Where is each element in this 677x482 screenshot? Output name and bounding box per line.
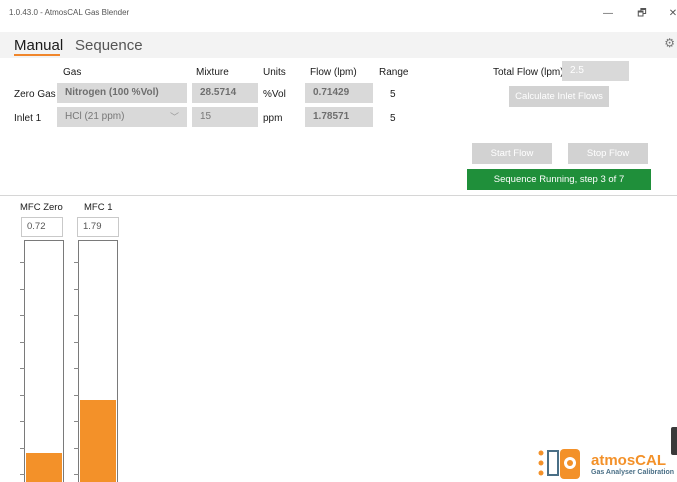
start-flow-button[interactable]: Start Flow xyxy=(472,143,552,164)
title-bar: 1.0.43.0 - AtmosCAL Gas Blender — 🗗 ✕ xyxy=(0,0,677,32)
gauge-tick xyxy=(74,421,79,422)
inlet-1-flow-field: 1.78571 xyxy=(305,107,373,127)
header-gas: Gas xyxy=(63,67,82,78)
mfc-zero-value: 0.72 xyxy=(21,217,63,237)
mfc-1-value: 1.79 xyxy=(77,217,119,237)
gauge-tick xyxy=(20,341,25,343)
mfc-zero-gauge xyxy=(24,240,64,482)
inlet-1-flow-value: 1.78571 xyxy=(313,111,350,122)
zero-gas-flow-value: 0.71429 xyxy=(313,87,350,98)
section-divider xyxy=(0,195,677,196)
tab-sequence[interactable]: Sequence xyxy=(75,37,143,54)
total-flow-label: Total Flow (lpm) xyxy=(493,67,564,78)
tab-manual[interactable]: Manual xyxy=(14,37,63,54)
header-range: Range xyxy=(379,67,409,78)
atmoscal-logo-icon xyxy=(538,449,580,479)
inlet-1-gas-select[interactable]: HCl (21 ppm) ﹀ xyxy=(57,107,187,127)
calculate-inlet-flows-button[interactable]: Calculate Inlet Flows xyxy=(509,86,609,107)
total-flow-input[interactable]: 2.5 xyxy=(562,61,629,81)
tab-bar: Manual Sequence xyxy=(0,32,677,58)
mfc-1-gauge xyxy=(78,240,118,482)
corner-handle[interactable] xyxy=(671,427,677,455)
mfc-1-label: MFC 1 xyxy=(84,202,113,213)
zero-gas-mixture-value: 28.5714 xyxy=(200,87,237,98)
gauge-tick xyxy=(74,262,79,263)
inlet-1-gas-value: HCl (21 ppm) xyxy=(65,111,125,122)
window-title: 1.0.43.0 - AtmosCAL Gas Blender xyxy=(9,8,130,17)
header-flow: Flow (lpm) xyxy=(310,67,357,78)
gauge-tick xyxy=(74,315,79,316)
status-banner: Sequence Running, step 3 of 7 xyxy=(467,169,651,190)
header-mixture: Mixture xyxy=(196,67,229,78)
row-label-zero-gas: Zero Gas xyxy=(14,89,56,100)
gear-icon[interactable]: ⚙ xyxy=(664,36,675,50)
minimize-button[interactable]: — xyxy=(598,6,618,22)
gauge-tick xyxy=(20,421,25,422)
active-tab-indicator xyxy=(14,54,60,56)
header-units: Units xyxy=(263,67,286,78)
gauge-tick xyxy=(20,262,25,263)
gauge-tick xyxy=(20,368,25,369)
zero-gas-units: %Vol xyxy=(263,89,286,100)
gauge-tick xyxy=(74,341,79,343)
close-button[interactable]: ✕ xyxy=(663,6,677,22)
mfc-1-gauge-fill xyxy=(80,400,116,482)
inlet-1-mixture-value: 15 xyxy=(200,111,212,122)
inlet-1-units: ppm xyxy=(263,113,283,124)
gauge-tick xyxy=(20,288,25,290)
zero-gas-mixture-field[interactable]: 28.5714 xyxy=(192,83,258,103)
row-label-inlet-1: Inlet 1 xyxy=(14,113,42,124)
zero-gas-select[interactable]: Nitrogen (100 %Vol) xyxy=(57,83,187,103)
stop-flow-button[interactable]: Stop Flow xyxy=(568,143,648,164)
app-window: 1.0.43.0 - AtmosCAL Gas Blender — 🗗 ✕ Ma… xyxy=(0,0,677,482)
mfc-zero-gauge-fill xyxy=(26,453,62,482)
gauge-tick xyxy=(20,447,25,449)
inlet-1-range: 5 xyxy=(390,113,396,124)
gauge-tick xyxy=(74,368,79,369)
total-flow-value: 2.5 xyxy=(570,65,584,76)
inlet-1-mixture-field[interactable]: 15 xyxy=(192,107,258,127)
gauge-tick xyxy=(20,394,25,396)
restore-button[interactable]: 🗗 xyxy=(632,6,652,22)
logo-wordmark: atmosCAL xyxy=(591,452,667,469)
gauge-tick xyxy=(20,474,25,475)
zero-gas-range: 5 xyxy=(390,89,396,100)
gauge-tick xyxy=(74,394,79,396)
mfc-zero-label: MFC Zero xyxy=(20,202,63,213)
gauge-tick xyxy=(74,288,79,290)
gauge-tick xyxy=(74,447,79,449)
gauge-tick xyxy=(20,315,25,316)
logo-tagline: Gas Analyser Calibration xyxy=(591,469,674,476)
chevron-down-icon: ﹀ xyxy=(169,112,179,122)
gauge-tick xyxy=(74,474,79,475)
zero-gas-value: Nitrogen (100 %Vol) xyxy=(65,87,159,98)
zero-gas-flow-field: 0.71429 xyxy=(305,83,373,103)
